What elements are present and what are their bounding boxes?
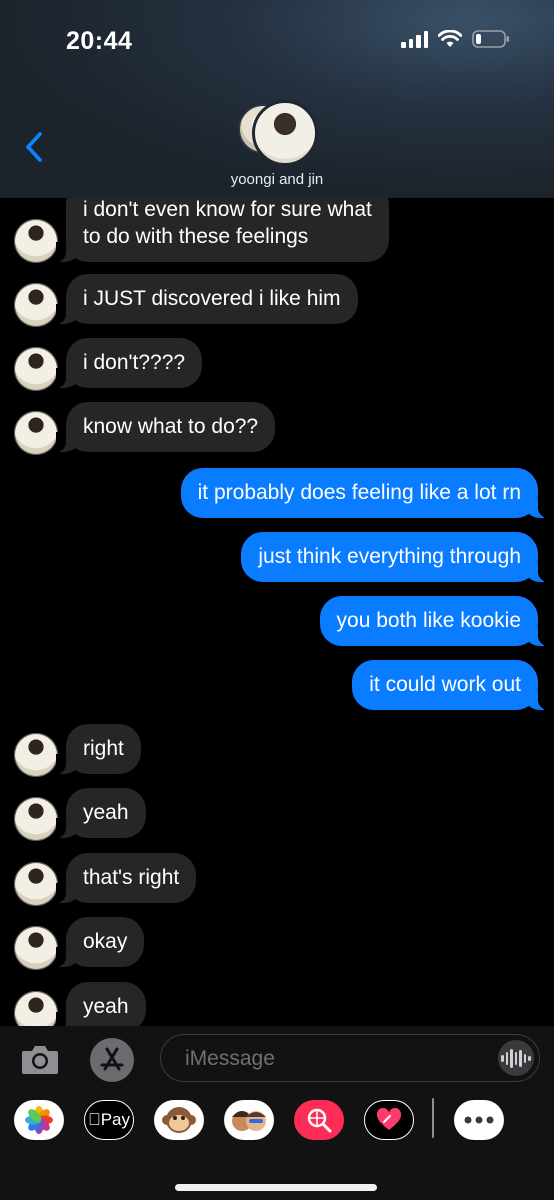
message-list[interactable]: i don't even know for sure what to do wi…: [0, 198, 554, 1026]
sender-avatar: [14, 347, 58, 391]
message-bubble-incoming[interactable]: okay: [55, 917, 145, 967]
sender-avatar: [14, 411, 58, 455]
cellular-signal-icon: [401, 30, 428, 48]
message-bubble-outgoing[interactable]: you both like kookie: [319, 596, 549, 646]
audio-waveform-icon[interactable]: [498, 1040, 534, 1076]
contact-name[interactable]: yoongi and jin: [0, 171, 554, 188]
message-text: just think everything through: [258, 545, 521, 568]
group-avatar[interactable]: [238, 100, 318, 166]
message-text: i JUST discovered i like him: [83, 287, 341, 310]
message-text: i don't????: [83, 351, 186, 374]
message-text: right: [83, 737, 124, 760]
status-icons: [401, 30, 510, 48]
message-input[interactable]: [183, 1043, 487, 1075]
sender-avatar: [14, 862, 58, 906]
message-bubble-incoming[interactable]: yeah: [56, 788, 146, 838]
monkey-animoji-icon[interactable]: [154, 1100, 204, 1140]
message-text: okay: [83, 930, 128, 953]
tray-divider: [432, 1098, 434, 1138]
avatar-primary: [252, 100, 318, 166]
memoji-faces-icon: [232, 1111, 266, 1131]
message-bubble-incoming[interactable]: yeah: [56, 982, 146, 1026]
composer-area:  Pay: [0, 1026, 554, 1200]
message-bubble-incoming[interactable]: that's right: [55, 853, 197, 903]
app-store-icon: [100, 1047, 124, 1071]
message-field[interactable]: [160, 1034, 540, 1082]
conversation-header: 20:44 yoongi and jin: [0, 0, 554, 198]
message-bubble-incoming[interactable]: i JUST discovered i like him: [56, 274, 358, 324]
message-text: it could work out: [369, 673, 521, 696]
app-store-button[interactable]: [90, 1038, 134, 1082]
memoji-icon[interactable]: [224, 1100, 274, 1140]
apple-pay-label: Pay: [94, 1110, 130, 1129]
sender-avatar: [14, 797, 58, 841]
heart-icon: [376, 1108, 402, 1130]
message-text: know what to do??: [83, 415, 259, 438]
message-bubble-incoming[interactable]: i don't????: [55, 338, 203, 388]
camera-icon[interactable]: [20, 1042, 60, 1076]
message-bubble-incoming[interactable]: i don't even know for sure what to do wi…: [56, 198, 389, 262]
message-bubble-incoming[interactable]: right: [56, 724, 141, 774]
sender-avatar: [14, 283, 58, 327]
sender-avatar: [14, 733, 58, 777]
globe-search-icon: [307, 1108, 332, 1133]
message-text: i don't even know for sure what: [83, 198, 372, 221]
message-text: yeah: [83, 801, 129, 824]
digital-touch-icon[interactable]: [364, 1100, 414, 1140]
app-drawer:  Pay: [0, 1096, 554, 1146]
sender-avatar: [14, 991, 58, 1026]
message-text: it probably does feeling like a lot rn: [197, 481, 521, 504]
apple-pay-icon[interactable]:  Pay: [84, 1100, 134, 1140]
message-bubble-outgoing[interactable]: just think everything through: [241, 532, 548, 582]
message-text-line2: to do with these feelings: [83, 225, 309, 248]
message-bubble-outgoing[interactable]: it could work out: [352, 660, 548, 710]
sender-avatar: [14, 926, 58, 970]
message-bubble-incoming[interactable]: know what to do??: [55, 402, 276, 452]
sender-avatar: [14, 219, 58, 263]
ellipsis-icon: [464, 1116, 494, 1124]
message-text: yeah: [83, 995, 129, 1018]
photos-flower-icon: [25, 1106, 53, 1134]
photos-icon[interactable]: [14, 1100, 64, 1140]
message-bubble-outgoing[interactable]: it probably does feeling like a lot rn: [180, 468, 549, 518]
home-indicator[interactable]: [175, 1184, 377, 1191]
monkey-face-icon: [162, 1107, 196, 1133]
more-apps-icon[interactable]: [454, 1100, 504, 1140]
back-chevron-icon[interactable]: [22, 130, 48, 164]
battery-icon: [472, 30, 509, 48]
status-time: 20:44: [66, 27, 133, 55]
image-search-icon[interactable]: [294, 1100, 344, 1140]
wifi-icon: [438, 30, 462, 47]
message-text: that's right: [83, 866, 180, 889]
message-text: you both like kookie: [336, 609, 521, 632]
